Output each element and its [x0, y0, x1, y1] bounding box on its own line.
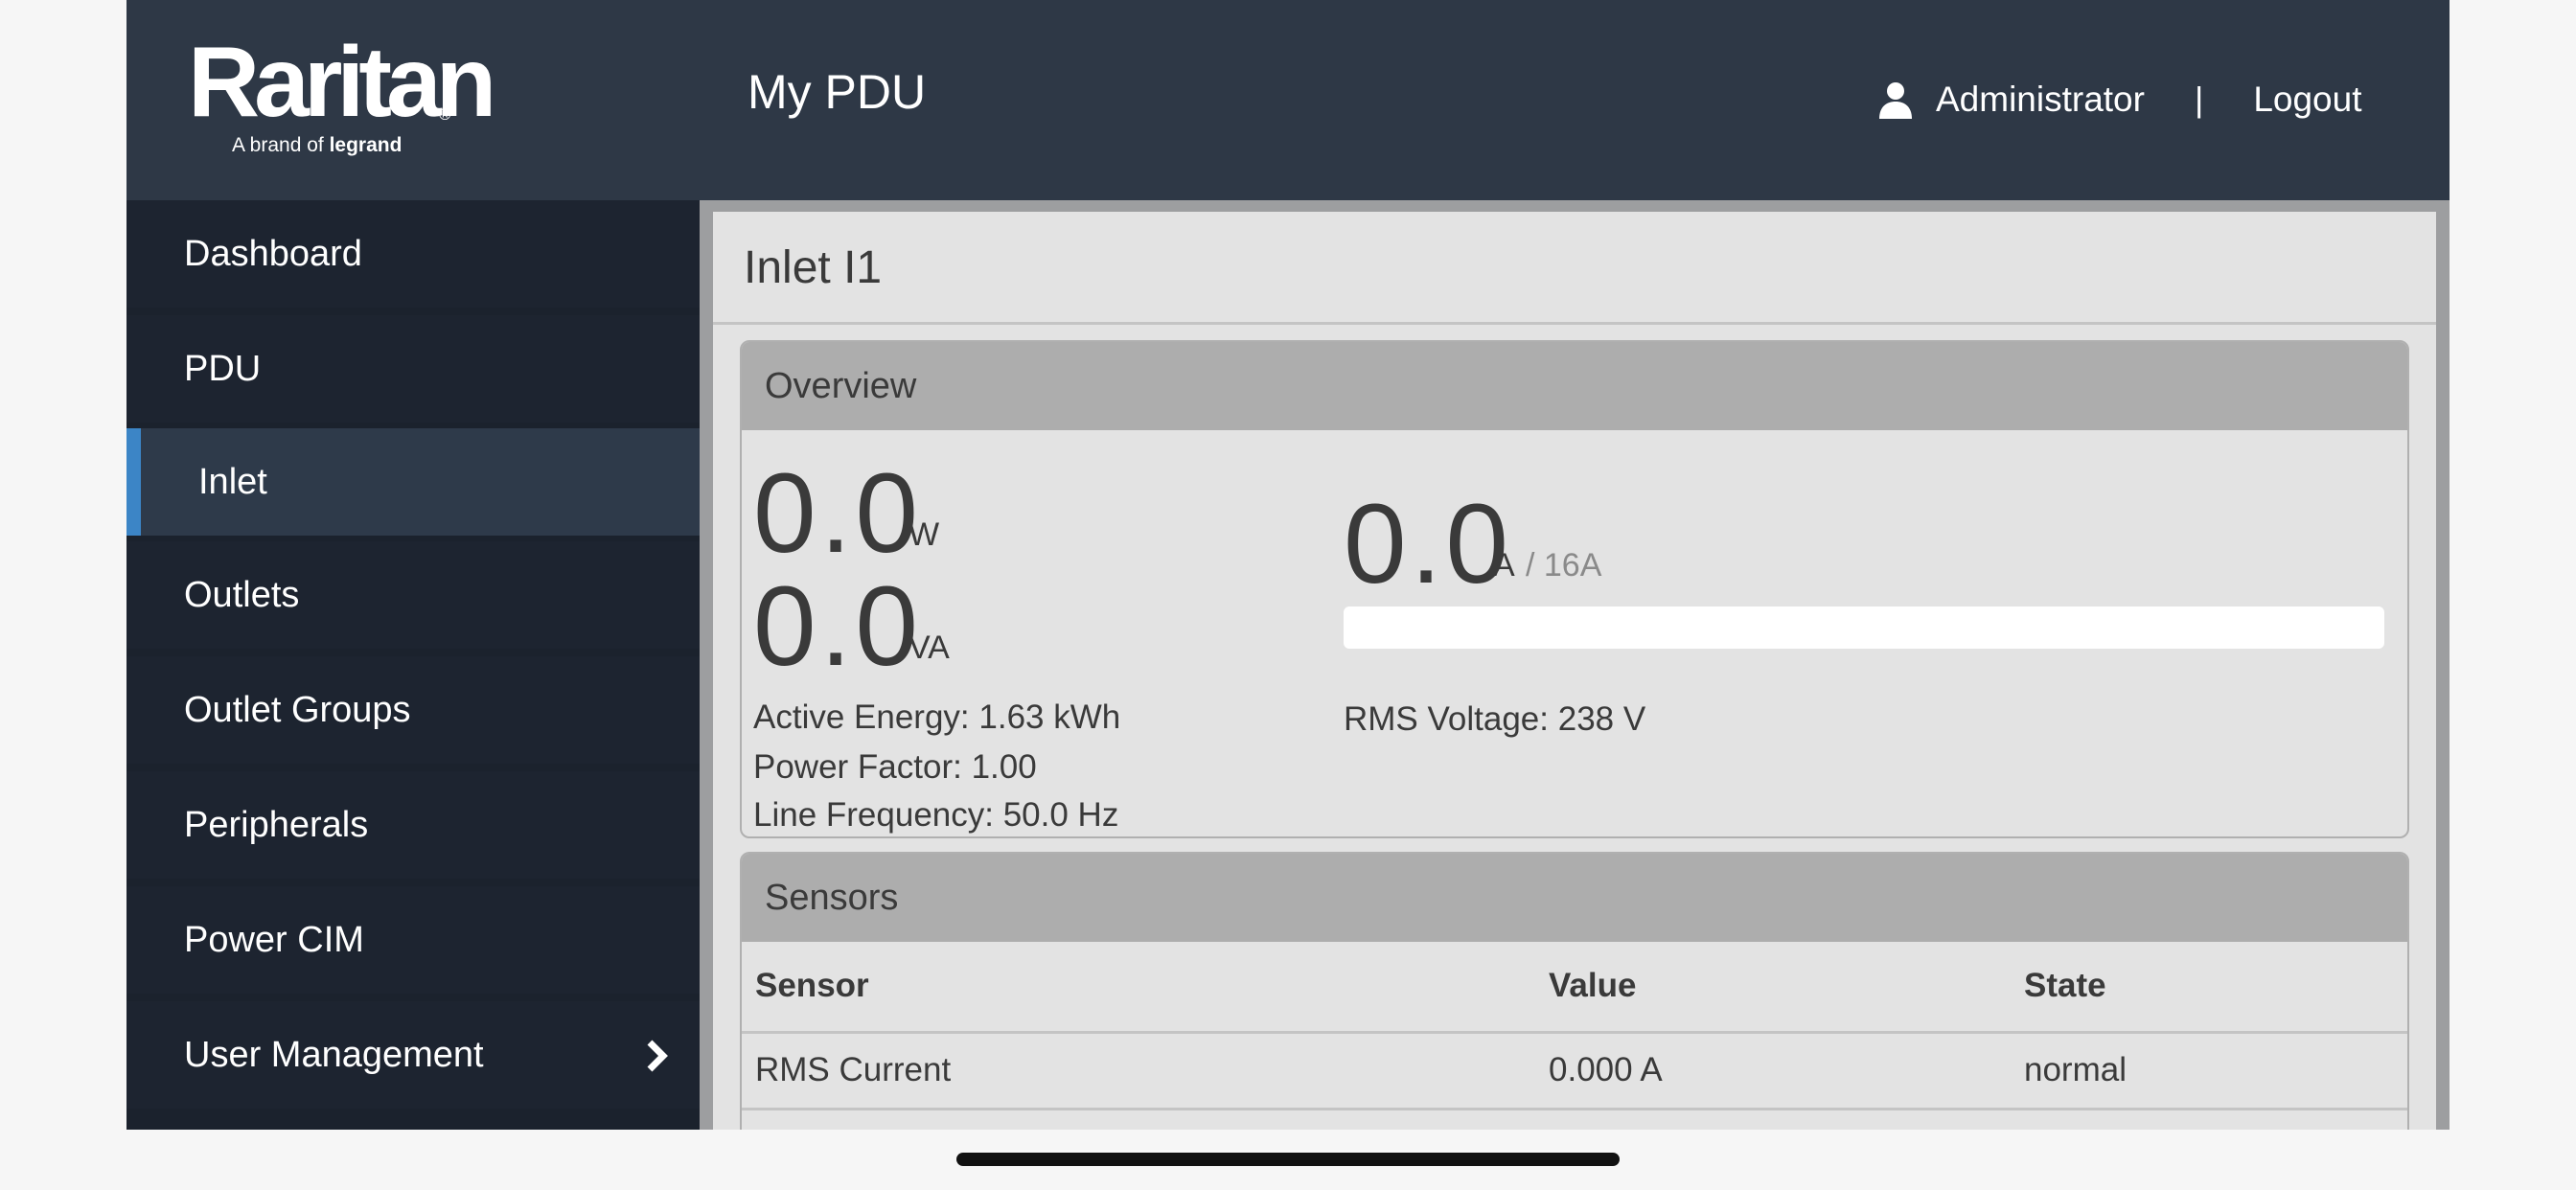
user-name[interactable]: Administrator: [1936, 80, 2145, 120]
header: Raritan ® A brand of legrand My PDU Admi…: [126, 0, 2450, 200]
sidebar-item-outlets[interactable]: Outlets: [126, 541, 700, 649]
logout-link[interactable]: Logout: [2253, 80, 2361, 120]
raritan-logo[interactable]: Raritan ® A brand of legrand: [188, 33, 496, 169]
column-header-sensor[interactable]: Sensor: [742, 942, 1535, 1034]
overview-header: Overview: [742, 342, 2407, 430]
sidebar-item-label: Power CIM: [184, 919, 364, 960]
sensor-name: [742, 1109, 1535, 1130]
sidebar-item-power-cim[interactable]: Power CIM: [126, 886, 700, 994]
app-window: Raritan ® A brand of legrand My PDU Admi…: [126, 0, 2450, 1130]
sensor-state: [2011, 1109, 2407, 1130]
main-area: Inlet I1 Overview 0.0 W 0.0 VA 0.0 A / 1…: [700, 200, 2450, 1130]
sidebar-item-label: Outlet Groups: [184, 689, 411, 730]
column-header-value[interactable]: Value: [1535, 942, 2011, 1034]
current-value: 0.0: [1344, 481, 1513, 607]
sidebar-item-dashboard[interactable]: Dashboard: [126, 200, 700, 308]
app-title: My PDU: [748, 65, 927, 119]
power-factor: Power Factor: 1.00: [753, 748, 1037, 786]
user-area: Administrator | Logout: [1876, 73, 2361, 126]
sidebar-item-inlet[interactable]: Inlet: [126, 428, 700, 536]
sidebar-item-label: Peripherals: [184, 804, 369, 845]
home-indicator[interactable]: [956, 1153, 1620, 1166]
sidebar-item-pdu[interactable]: PDU: [126, 315, 700, 423]
current-limit: / 16A: [1526, 547, 1602, 584]
header-divider: |: [2194, 80, 2204, 119]
apparent-power-value: 0.0: [753, 563, 923, 690]
sidebar-item-label: User Management: [184, 1034, 484, 1075]
sensor-value: 0.000 A: [1535, 1032, 2011, 1110]
sensor-state: normal: [2011, 1032, 2407, 1110]
sensor-value: [1535, 1109, 2011, 1130]
table-row[interactable]: RMS Current 0.000 A normal: [742, 1032, 2407, 1110]
sidebar-item-label: PDU: [184, 348, 262, 389]
sidebar-item-label: Dashboard: [184, 233, 362, 274]
rms-voltage: RMS Voltage: 238 V: [1344, 700, 1646, 738]
logo-tagline: A brand of legrand: [232, 134, 402, 156]
active-power-value: 0.0: [753, 450, 923, 577]
chevron-right-icon: [647, 1040, 668, 1072]
table-row[interactable]: [742, 1109, 2407, 1130]
sidebar-item-peripherals[interactable]: Peripherals: [126, 771, 700, 879]
apparent-power-unit: VA: [908, 629, 950, 666]
sensors-header: Sensors: [742, 854, 2407, 942]
legrand-mark: legrand: [329, 134, 402, 156]
sidebar-item-user-management[interactable]: User Management: [126, 1001, 700, 1109]
active-energy: Active Energy: 1.63 kWh: [753, 698, 1121, 736]
user-icon: [1879, 82, 1912, 119]
current-load-bar: [1344, 606, 2384, 649]
table-header-row: Sensor Value State: [742, 942, 2407, 1034]
page-title: Inlet I1: [713, 212, 2436, 325]
sidebar-item-label: Inlet: [198, 461, 267, 502]
logo-registered-mark: ®: [439, 105, 451, 124]
sensors-panel: Sensors Sensor Value State RMS Current 0…: [740, 852, 2409, 1130]
sensors-table: Sensor Value State RMS Current 0.000 A n…: [742, 942, 2407, 1130]
sensor-name: RMS Current: [742, 1032, 1535, 1110]
active-power-unit: W: [908, 516, 940, 553]
sidebar-item-label: Outlets: [184, 574, 300, 615]
sidebar-item-outlet-groups[interactable]: Outlet Groups: [126, 656, 700, 764]
content-panel: Inlet I1 Overview 0.0 W 0.0 VA 0.0 A / 1…: [713, 212, 2436, 1130]
line-frequency: Line Frequency: 50.0 Hz: [753, 796, 1119, 834]
sidebar-nav: Dashboard PDU Inlet Outlets Outlet Group…: [126, 200, 700, 1130]
current-unit: A: [1493, 547, 1515, 584]
overview-panel: Overview 0.0 W 0.0 VA 0.0 A / 16A Active…: [740, 340, 2409, 838]
column-header-state[interactable]: State: [2011, 942, 2407, 1034]
